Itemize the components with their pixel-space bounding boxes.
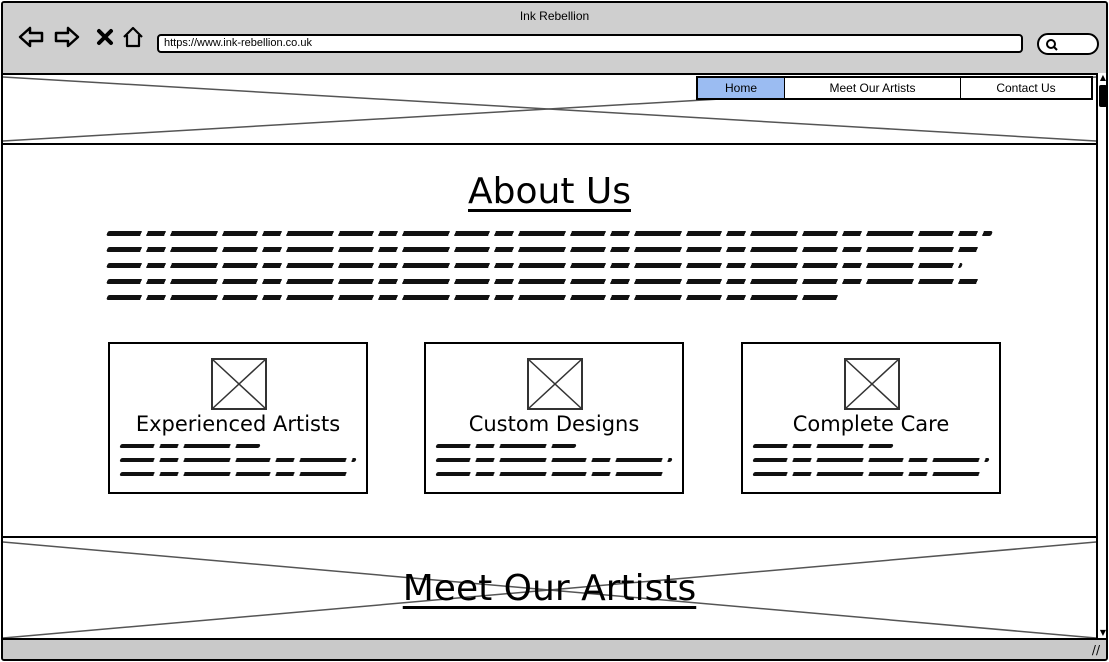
tab-contact-us[interactable]: Contact Us (961, 78, 1091, 98)
image-placeholder-icon (527, 358, 583, 410)
card-text (435, 444, 674, 486)
forward-button[interactable] (53, 23, 81, 51)
tab-home[interactable]: Home (698, 78, 785, 98)
card-text (119, 444, 358, 486)
title-bar: Ink Rebellion https://www.ink-rebellion.… (3, 3, 1106, 73)
about-paragraph (106, 231, 993, 311)
back-arrow-icon (18, 26, 44, 48)
home-icon (123, 26, 143, 48)
scroll-up-icon[interactable]: ▲ (1098, 73, 1106, 83)
tab-meet-our-artists[interactable]: Meet Our Artists (785, 78, 961, 98)
resize-grip-icon[interactable]: // (1092, 643, 1100, 657)
browser-window: Ink Rebellion https://www.ink-rebellion.… (1, 1, 1108, 661)
header-image-placeholder: Home Meet Our Artists Contact Us (3, 75, 1096, 145)
search-icon (1046, 39, 1058, 51)
search-field[interactable] (1037, 33, 1099, 55)
feature-card-custom-designs: Custom Designs (424, 342, 684, 494)
artists-section: Meet Our Artists (3, 536, 1096, 638)
stop-button[interactable] (91, 23, 119, 51)
card-text (752, 444, 991, 486)
image-placeholder-icon (211, 358, 267, 410)
scroll-thumb[interactable] (1099, 85, 1106, 107)
page-viewport: Home Meet Our Artists Contact Us About U… (3, 73, 1096, 638)
feature-card-complete-care: Complete Care (741, 342, 1001, 494)
close-icon (97, 29, 113, 45)
home-button[interactable] (119, 23, 147, 51)
about-title: About Us (468, 171, 631, 212)
card-title: Complete Care (792, 412, 950, 436)
card-title: Experienced Artists (135, 412, 341, 436)
feature-card-experienced-artists: Experienced Artists (108, 342, 368, 494)
vertical-scrollbar[interactable]: ▲ ▼ (1096, 73, 1106, 638)
artists-title: Meet Our Artists (402, 568, 697, 609)
window-title: Ink Rebellion (519, 9, 590, 23)
back-button[interactable] (17, 23, 45, 51)
card-title: Custom Designs (468, 412, 640, 436)
nav-tabs: Home Meet Our Artists Contact Us (696, 76, 1093, 100)
image-placeholder-icon (844, 358, 900, 410)
address-bar[interactable]: https://www.ink-rebellion.co.uk (157, 34, 1023, 53)
forward-arrow-icon (54, 26, 80, 48)
status-bar: // (3, 638, 1106, 659)
scroll-down-icon[interactable]: ▼ (1098, 628, 1106, 638)
